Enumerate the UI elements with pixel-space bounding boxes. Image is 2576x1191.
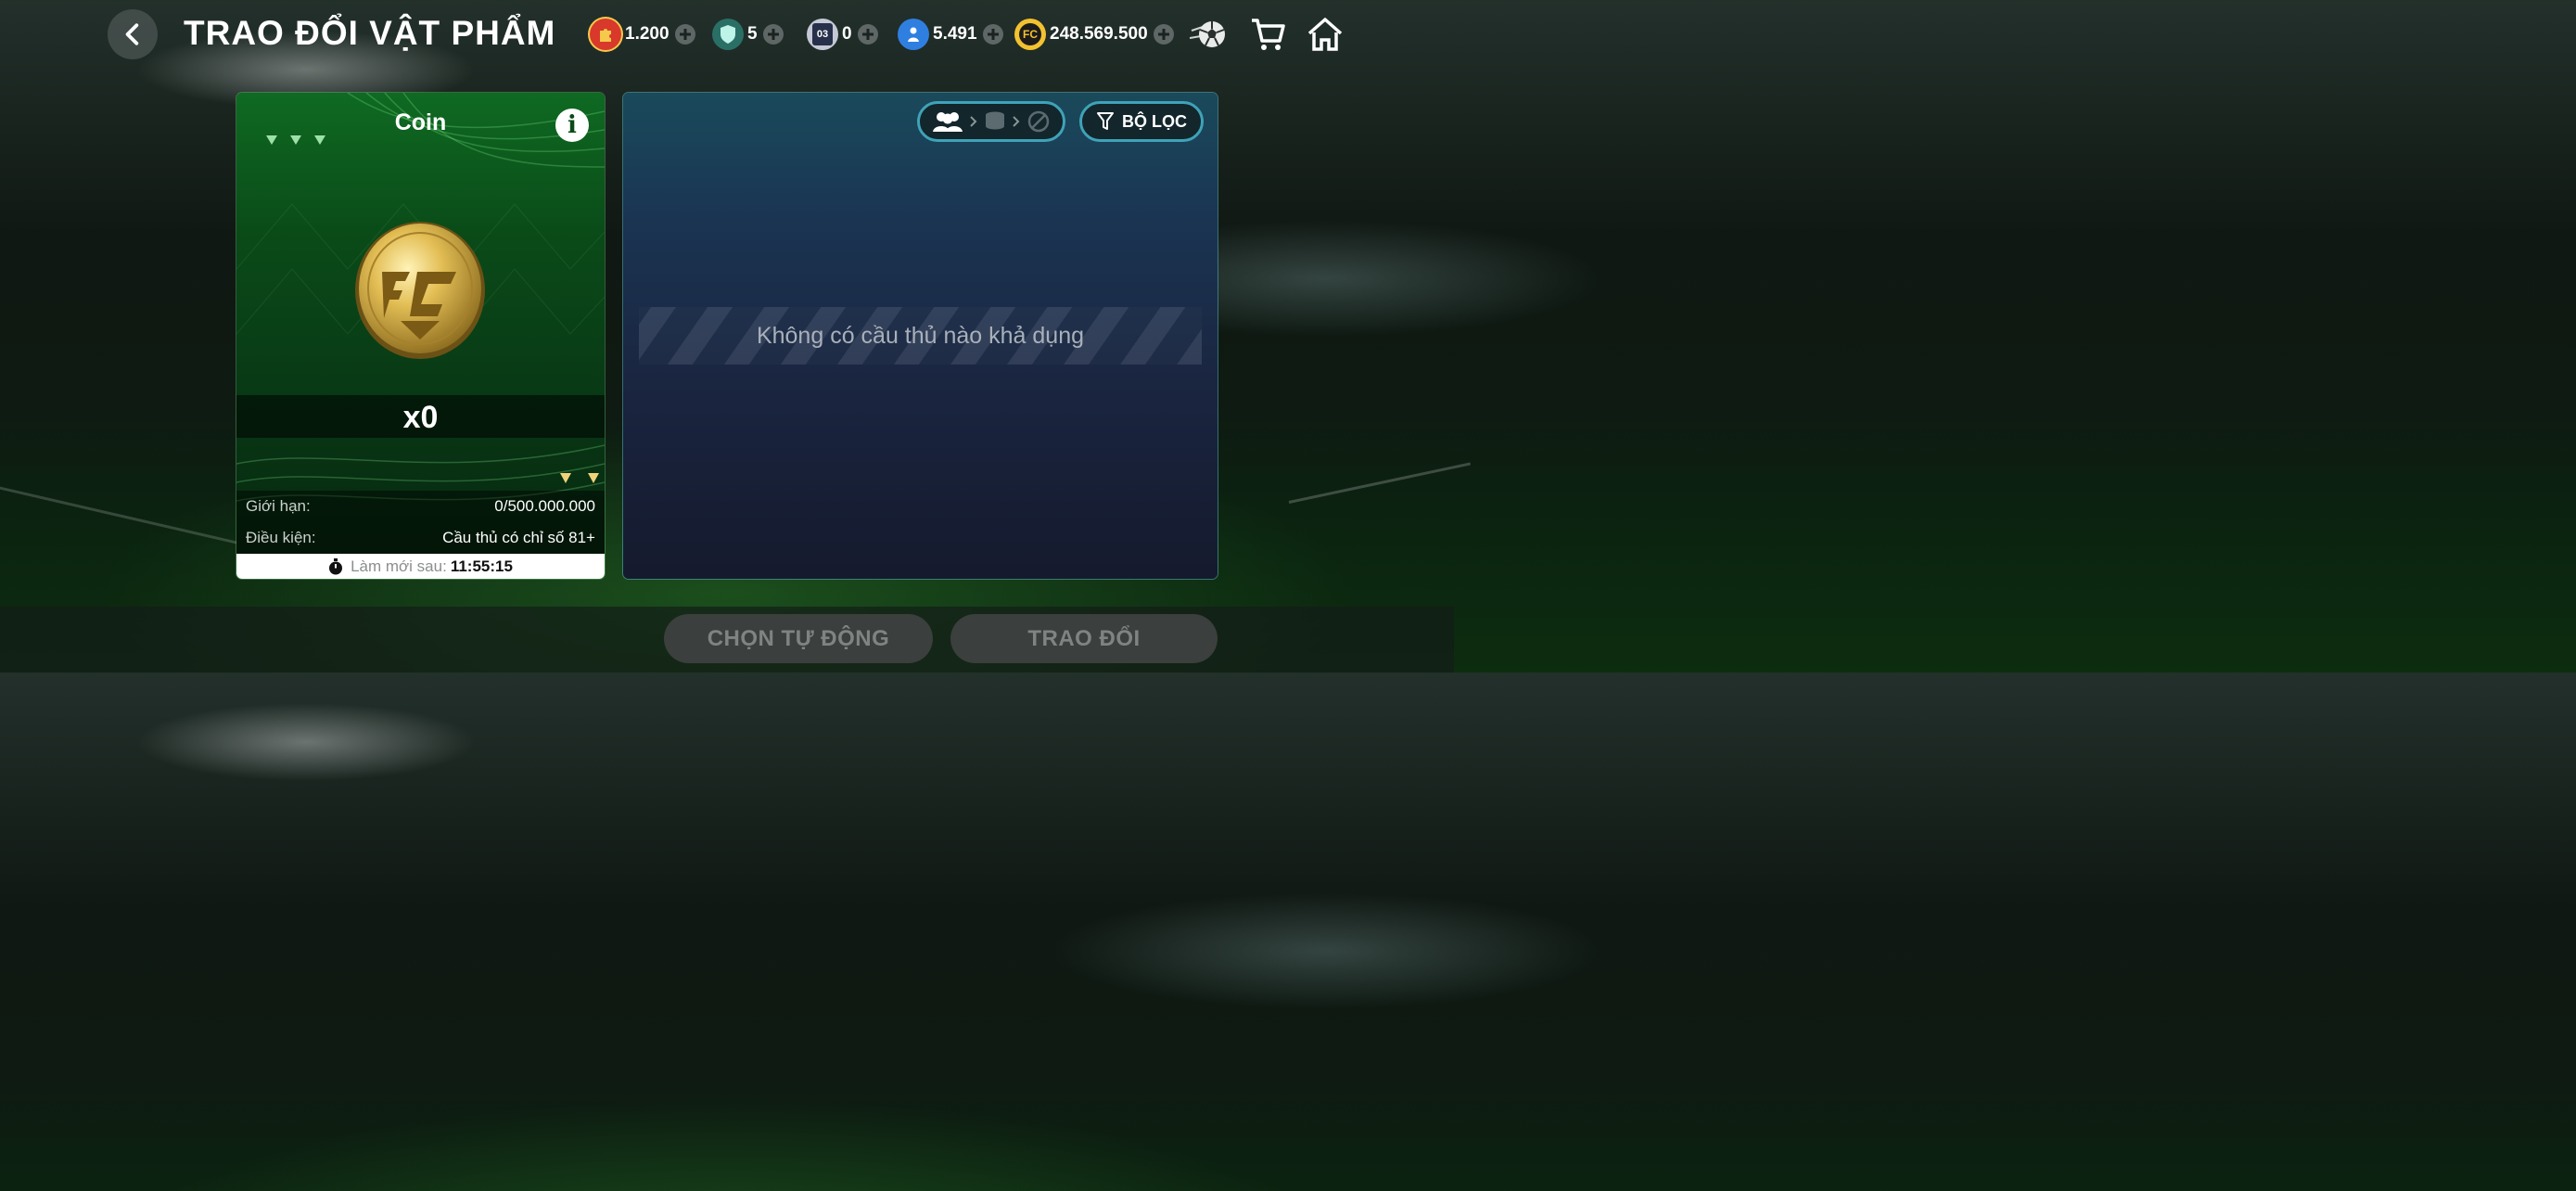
fc-coin-icon — [355, 222, 485, 359]
info-icon[interactable]: i — [555, 109, 589, 142]
fc-coin-icon: FC — [1014, 19, 1046, 50]
empty-state: Không có cầu thủ nào khả dụng — [639, 307, 1202, 365]
refresh-label: Làm mới sau: — [351, 557, 447, 575]
player-selection-panel: BỘ LỌC Không có cầu thủ nào khả dụng — [623, 93, 1218, 579]
home-icon[interactable] — [1306, 15, 1345, 54]
exchange-button[interactable]: TRAO ĐỔI — [950, 614, 1218, 663]
filter-label: BỘ LỌC — [1122, 111, 1187, 131]
card-badge: 03 — [812, 23, 833, 45]
triangle-icon — [314, 135, 325, 145]
sort-order-button[interactable] — [917, 101, 1065, 142]
filter-button[interactable]: BỘ LỌC — [1079, 101, 1204, 142]
triangle-icon — [588, 473, 599, 483]
resource-card-03: 03 0 — [807, 17, 878, 52]
coin-stack-icon — [985, 111, 1004, 130]
resource-fc-coins: FC 248.569.500 — [1014, 17, 1174, 52]
shield-icon — [712, 19, 744, 50]
soccer-ball-icon[interactable] — [1189, 15, 1228, 54]
back-chevron-icon — [125, 23, 139, 45]
player-icon — [898, 19, 929, 50]
condition-label: Điều kiện: — [246, 529, 316, 546]
resource-value: 1.200 — [625, 24, 670, 44]
resource-player-point: 5.491 — [898, 17, 1003, 52]
card-03-icon: 03 — [807, 19, 838, 50]
gold-indicators — [560, 473, 599, 483]
stopwatch-icon — [329, 557, 343, 574]
refresh-time: 11:55:15 — [450, 557, 513, 575]
add-shield-token-button[interactable] — [762, 24, 784, 45]
triangle-icon — [290, 135, 301, 145]
refresh-timer: Làm mới sau: 11:55:15 — [236, 554, 605, 579]
players-icon — [933, 112, 963, 132]
triangle-icon — [266, 135, 277, 145]
rarity-indicators — [266, 135, 325, 145]
add-player-point-button[interactable] — [982, 24, 1003, 45]
limit-row: Giới hạn: 0/500.000.000 — [236, 491, 605, 522]
triangle-icon — [560, 473, 571, 483]
back-button[interactable] — [108, 9, 158, 59]
chevron-right-icon — [969, 116, 976, 127]
resource-value: 248.569.500 — [1050, 24, 1148, 44]
cart-icon[interactable] — [1248, 15, 1287, 54]
resource-event-token: 1.200 — [590, 17, 695, 52]
resource-value: 5.491 — [933, 24, 977, 44]
condition-value: Cầu thủ có chỉ số 81+ — [442, 529, 595, 546]
item-quantity: x0 — [236, 395, 605, 438]
limit-label: Giới hạn: — [246, 497, 311, 515]
resource-value: 5 — [747, 24, 758, 44]
resource-shield-token: 5 — [712, 17, 784, 52]
no-trade-icon — [1027, 110, 1049, 133]
condition-row: Điều kiện: Cầu thủ có chỉ số 81+ — [236, 522, 605, 554]
auto-select-button[interactable]: CHỌN TỰ ĐỘNG — [664, 614, 933, 663]
empty-state-text: Không có cầu thủ nào khả dụng — [756, 322, 1085, 349]
field-line — [1288, 462, 1471, 504]
puzzle-token-icon — [590, 19, 621, 50]
add-card-03-button[interactable] — [857, 24, 878, 45]
filter-icon — [1097, 112, 1114, 130]
card-title: Coin — [394, 109, 447, 135]
chevron-right-icon — [1013, 116, 1020, 127]
add-fc-coins-button[interactable] — [1153, 24, 1174, 45]
add-event-token-button[interactable] — [674, 24, 695, 45]
page-title: TRAO ĐỔI VẬT PHẨM — [184, 14, 556, 52]
resource-value: 0 — [842, 24, 852, 44]
limit-value: 0/500.000.000 — [494, 497, 595, 515]
exchange-item-card[interactable]: Coin i x0 Giới hạn: 0/500.000.000 Điều k… — [236, 93, 605, 579]
